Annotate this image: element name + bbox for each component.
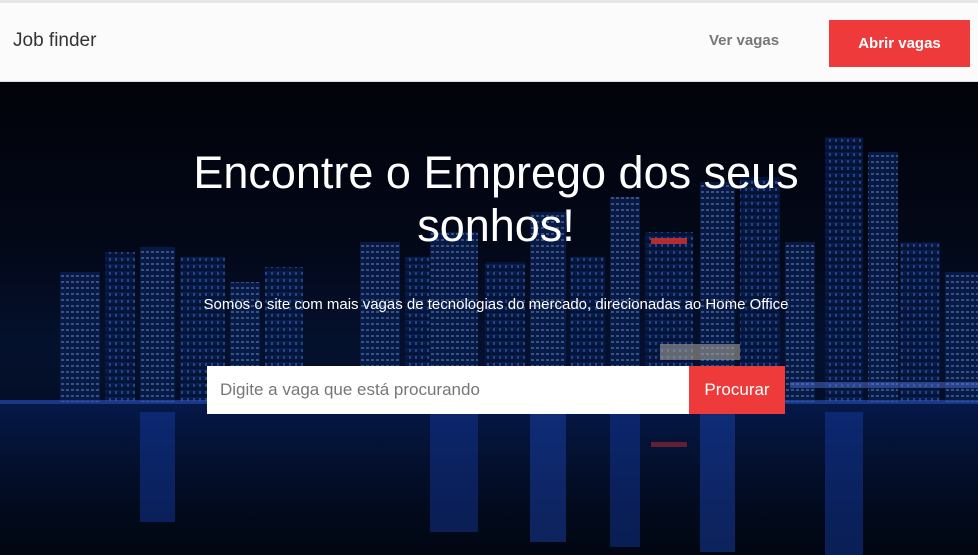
job-search-input[interactable] [207, 366, 689, 414]
hero-subtitle: Somos o site com mais vagas de tecnologi… [203, 296, 789, 313]
top-navbar: Job finder Ver vagas Abrir vagas [0, 0, 978, 82]
hero-section: Encontre o Emprego dos seus sonhos! Somo… [0, 82, 978, 555]
abrir-vagas-button[interactable]: Abrir vagas [829, 20, 970, 67]
ver-vagas-link[interactable]: Ver vagas [709, 32, 779, 49]
hero-title: Encontre o Emprego dos seus sonhos! [193, 147, 799, 251]
search-button[interactable]: Procurar [689, 366, 785, 414]
brand-logo[interactable]: Job finder [13, 30, 96, 52]
